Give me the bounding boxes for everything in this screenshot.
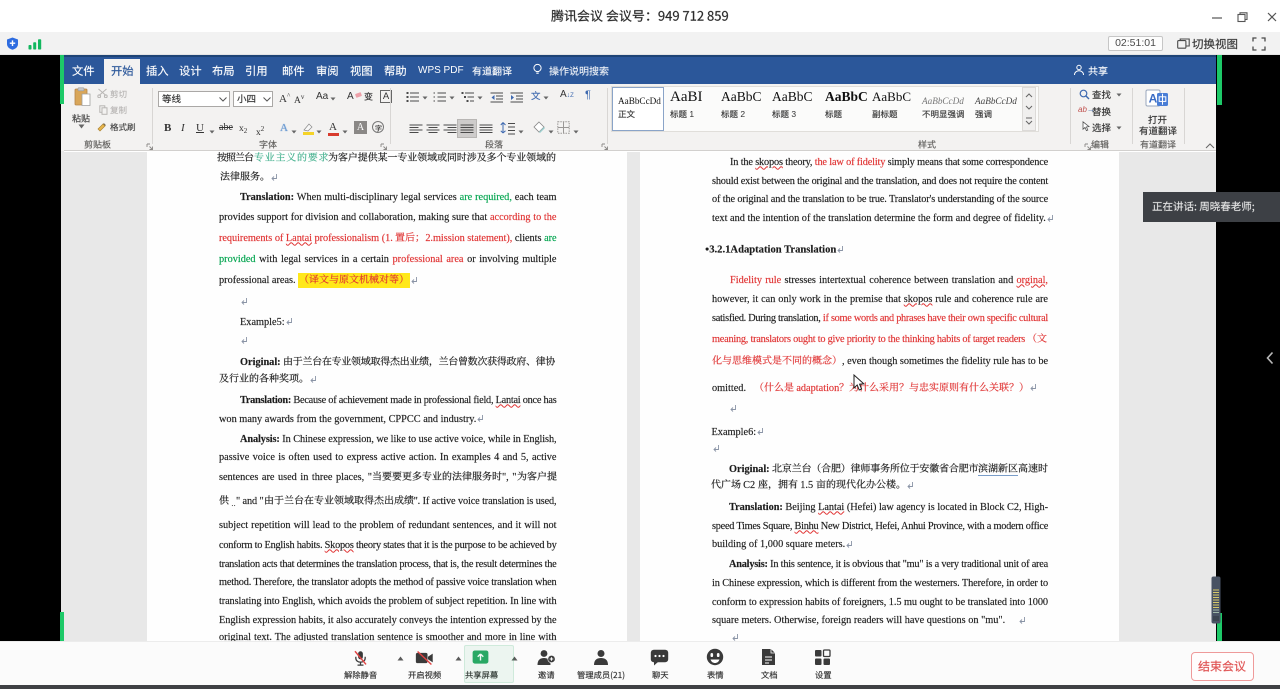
svg-text:A: A: [1149, 92, 1158, 106]
